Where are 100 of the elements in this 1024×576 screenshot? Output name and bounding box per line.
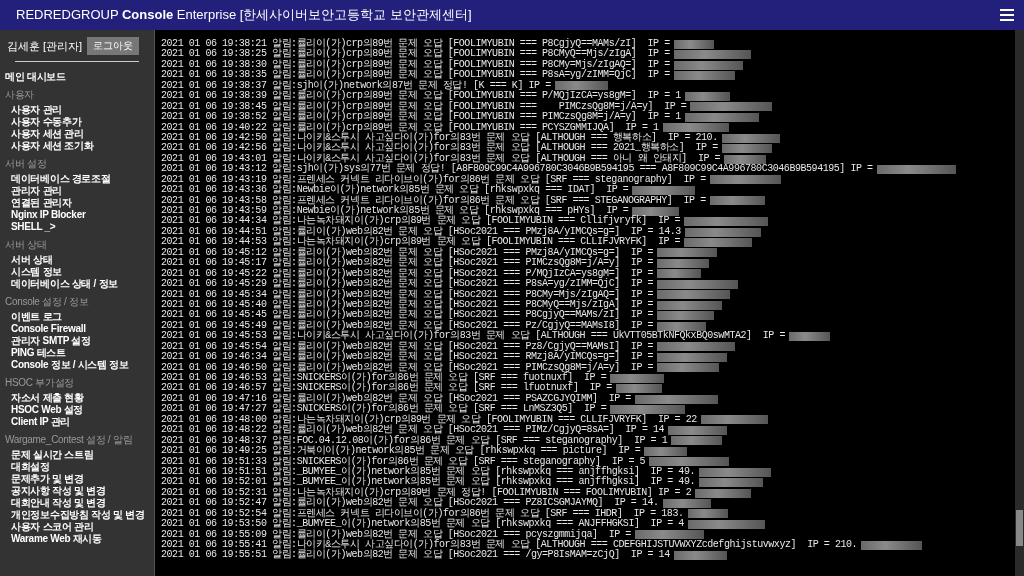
redaction-blur: [632, 206, 680, 216]
redaction-blur: [721, 144, 772, 154]
redaction-blur: [662, 123, 729, 133]
sidebar-link[interactable]: 메인 대시보드: [5, 71, 154, 83]
user-name: 김세훈 [관리자]: [6, 38, 82, 54]
section-header: Console 설정 / 정보: [5, 296, 90, 308]
log-line: 2021 01 06 19:38:37 알림:sjh이(가)network의87번 문제 정답! [K === K] IP =: [161, 80, 551, 91]
log-line: 2021 01 06 19:55:09 알림:률리이(가)web의82번 문제 오답 [HSoc2021 === pcyszgmmijqa] IP =: [161, 529, 631, 540]
log-line: 2021 01 06 19:38:39 알림:률리이(가)crp의89번 문제 오답 [FOOLIMYUBIN === P/MQjIzCA=ys8gM=] IP = 1: [161, 91, 681, 102]
redaction-blur: [634, 530, 704, 540]
redaction-blur: [724, 154, 767, 164]
log-line: 2021 01 06 19:45:53 알림:나이키&스투시 사고싶다이(가)for의83번 문제 오답 [ALTHOUGH === UkVTT05BTkNFQkxBQ0swMTA2] IP =: [161, 331, 785, 342]
log-line: 2021 01 06 19:46:34 알림:률리이(가)web의82번 문제 오답 [HSoc2021 === RMzj8A/yIMCQs=g=] IP =: [161, 352, 654, 363]
log-line: 2021 01 06 19:38:30 알림:률리이(가)crp의89번 문제 오답 [FOOLIMYUBIN === P8CMy=Mjs/zIgAQ=] IP =: [161, 59, 670, 70]
sidebar-link[interactable]: 문제 실시간 스트림: [5, 449, 154, 461]
log-line: 2021 01 06 19:48:22 알림:률리이(가)web의82번 문제 오답 [HSoc2021 === PIMz/CgjyQ=8sA=] IP = 14: [161, 425, 665, 436]
log-line: 2021 01 06 19:44:51 알림:률리이(가)web의82번 문제 오답 [HSoc2021 === PMzj8A/yIMCQs=g=] IP = 14.3: [161, 226, 681, 237]
sidebar-link[interactable]: 관리자 관리: [5, 185, 154, 197]
section-header: HSOC 부가설정: [5, 377, 75, 389]
log-line: 2021 01 06 19:52:01 알림:_BUMYEE_이(가)network의85번 문제 오답 [rhkswpxkq === anjffhgksi] IP = 49.: [161, 477, 696, 488]
log-line: 2021 01 06 19:42:56 알림:나이키&스투시 사고싶다이(가)for의83번 문제 오답 [ALTHOUGH === 2021_행복하소] IP =: [161, 143, 718, 154]
logout-button[interactable]: 로그아웃: [87, 37, 139, 55]
log-line: 2021 01 06 19:47:16 알림:률리이(가)web의82번 문제 오답 [HSoc2021 === PSAZCGJYQIMM] IP =: [161, 393, 631, 404]
sidebar-link[interactable]: 개인정보수집방침 작성 및 변경: [5, 509, 154, 521]
redaction-blur: [657, 363, 720, 373]
log-line: 2021 01 06 19:55:51 알림:률리이(가)web의82번 문제 오답 [HSoc2021 === /gy=P8IsMAM=zCjQ] IP = 14: [161, 550, 670, 561]
log-line: 2021 01 06 19:45:29 알림:률리이(가)web의82번 문제 오답 [HSoc2021 === P8sA=yg/zIMM=QjC] IP =: [161, 279, 654, 290]
log-line: 2021 01 06 19:38:45 알림:률리이(가)crp의89번 문제 오답 [FOOLIMYUBIN === PIMCzsQg8M=j/A=y] IP =: [161, 101, 687, 112]
log-line: 2021 01 06 19:38:25 알림:률리이(가)crp의89번 문제 오답 [FOOLIMYUBIN === P8CMyQ==Mjs/zIgA] IP =: [161, 49, 670, 60]
redaction-blur: [671, 436, 723, 446]
log-line: 2021 01 06 19:43:36 알림:Newbie이(가)network의85번 문제 오답 [rhkswpxkq === IDAT] IP =: [161, 185, 629, 196]
sidebar-link[interactable]: 데이터베이스 경로조절: [5, 173, 154, 185]
redaction-blur: [610, 373, 665, 383]
log-line: 2021 01 06 19:45:54 알림:률리이(가)web의82번 문제 오답 [HSoc2021 === Pz8/CgjyQ==MAMsI] IP =: [161, 341, 654, 352]
sidebar-link[interactable]: Nginx IP Blocker: [5, 209, 154, 221]
log-line: 2021 01 06 19:48:37 알림:FOC.04.12.08이(가)for의86번 문제 오답 [SRF === steganography] IP = 1: [161, 435, 668, 446]
redaction-blur: [673, 60, 743, 70]
log-line: 2021 01 06 19:52:47 알림:률리이(가)web의82번 문제 오답 [HSoc2021 === PZ8ICSGMJAYMQ] IP = 14.: [161, 498, 659, 509]
redaction-blur: [657, 300, 723, 310]
menu-icon[interactable]: [1000, 9, 1014, 21]
log-line: 2021 01 06 19:45:34 알림:률리이(가)web의82번 문제 오답 [HSoc2021 === P8CMy=Mjs/zIgAQ=] IP =: [161, 289, 654, 300]
sidebar-link[interactable]: 관리자 SMTP 설정: [5, 335, 154, 347]
log-line: 2021 01 06 19:38:52 알림:률리이(가)crp의89번 문제 오답 [FOOLIMYUBIN === PIMCzsQg8M=j/A=y] IP = 1: [161, 112, 681, 123]
redaction-blur: [695, 488, 752, 498]
sidebar-link[interactable]: HSOC Web 설정: [5, 404, 154, 416]
sidebar-link[interactable]: 서버 상태: [5, 254, 154, 266]
log-line: 2021 01 06 19:45:17 알림:률리이(가)web의82번 문제 오답 [HSoc2021 === PIMCzsQg8M=j/A=y] IP =: [161, 258, 654, 269]
log-line: 2021 01 06 19:45:45 알림:률리이(가)web의82번 문제 오답 [HSoc2021 === P8CgjyQ==MAMs/zI] IP =: [161, 310, 654, 321]
log-line: 2021 01 06 19:40:22 알림:률리이(가)crp의89번 문제 오답 [FOOLIMYUBIN === PCYSZGMMIJQA] IP = 1: [161, 122, 659, 133]
redaction-blur: [861, 540, 923, 550]
sidebar-link[interactable]: 사용자 스코어 관리: [5, 521, 154, 533]
sidebar-link[interactable]: 연결된 관리자: [5, 197, 154, 209]
log-line: 2021 01 06 19:43:19 알림:프렌세스 커넥트 리다이브이(가)for의86번 문제 오답 [SRF === steganography] IP =: [161, 174, 706, 185]
log-line: 2021 01 06 19:53:50 알림:_BUMYEE_이(가)network의85번 문제 오답 [rhkswpxkq === ANJFFHGKSI] IP = 4: [161, 519, 684, 530]
log-line: 2021 01 06 19:38:35 알림:률리이(가)crp의89번 문제 오답 [FOOLIMYUBIN === P8sA=yg/zIMM=QjC] IP =: [161, 70, 670, 81]
redaction-blur: [668, 425, 728, 435]
redaction-blur: [673, 551, 727, 561]
log-line: 2021 01 06 19:45:49 알림:률리이(가)web의82번 문제 오답 [HSoc2021 === Pz/CgjyQ==MAMsI8] IP =: [161, 320, 654, 331]
sidebar-link[interactable]: Client IP 관리: [5, 416, 154, 428]
redaction-blur: [662, 498, 711, 508]
redaction-blur: [554, 81, 608, 91]
log-line: 2021 01 06 19:44:53 알림:나는녹차돼지이(가)crp의89번 문제 오답 [FOOLIMYUBIN === CLLIFJVRYFK] IP =: [161, 237, 681, 248]
redaction-blur: [721, 133, 780, 143]
log-line: 2021 01 06 19:43:58 알림:프렌세스 커넥트 리다이브이(가)for의86번 문제 오답 [SRF === STEGANOGRAPHY] IP =: [161, 195, 706, 206]
sidebar-link[interactable]: 대회안내 작성 및 변경: [5, 497, 154, 509]
sidebar-link[interactable]: 사용자 세션 조기화: [5, 140, 154, 152]
redaction-blur: [632, 185, 696, 195]
log-line: 2021 01 06 19:45:22 알림:률리이(가)web의82번 문제 오답 [HSoc2021 === P/MQjIzCA=ys8gM=] IP =: [161, 268, 654, 279]
scrollbar-thumb[interactable]: [1016, 510, 1023, 546]
sidebar-link[interactable]: 시스템 정보: [5, 266, 154, 278]
sidebar-link[interactable]: SHELL _>: [5, 221, 154, 233]
sidebar-link[interactable]: 대회설정: [5, 461, 154, 473]
redaction-blur: [684, 238, 753, 248]
section-header: 서버 설정: [5, 158, 48, 170]
redaction-blur: [673, 71, 735, 81]
log-line: 2021 01 06 19:43:01 알림:나이키&스투시 사고싶다이(가)for의83번 문제 오답 [ALTHOUGH === 아니 왜 안돼지] IP =: [161, 153, 721, 164]
log-line: 2021 01 06 19:52:54 알림:프렌세스 커넥트 리다이브이(가)for의86번 문제 오답 [SRF === IHDR] IP = 183.: [161, 508, 684, 519]
sidebar-link[interactable]: 공지사항 작성 및 변경: [5, 485, 154, 497]
sidebar-link[interactable]: 사용자 수동추가: [5, 116, 154, 128]
log-line: 2021 01 06 19:48:00 알림:나는녹차돼지이(가)crp의89번 문제 오답 [FOOLIMYUBIN === CLLIFJVRYFK] IP = 22: [161, 414, 697, 425]
section-header: 서버 상태: [5, 239, 48, 251]
sidebar-link[interactable]: 문제추가 및 변경: [5, 473, 154, 485]
redaction-blur: [657, 311, 715, 321]
redaction-blur: [709, 175, 781, 185]
sidebar-link[interactable]: 사용자 세션 관리: [5, 128, 154, 140]
redaction-blur: [657, 258, 710, 268]
sidebar-link[interactable]: Warame Web 재시동: [5, 533, 154, 545]
sidebar-link[interactable]: 이벤트 로그: [5, 311, 154, 323]
sidebar-link[interactable]: 자소서 제출 현황: [5, 392, 154, 404]
sidebar-link[interactable]: 데이터베이스 상태 / 정보: [5, 278, 154, 290]
sidebar-link[interactable]: PING 테스트: [5, 347, 154, 359]
sidebar-link[interactable]: 사용자 관리: [5, 104, 154, 116]
log-line: 2021 01 06 19:44:34 알림:나는녹차돼지이(가)crp의89번 문제 오답 [FOOLIMYUBIN === Cllifjvryfk] IP =: [161, 216, 681, 227]
sidebar-link[interactable]: Console 정보 / 시스템 정보: [5, 359, 154, 371]
log-line: 2021 01 06 19:46:57 알림:SNICKERS이(가)for의86번 문제 오답 [SRF === lfuotnuxf] IP =: [161, 383, 612, 394]
log-line: 2021 01 06 19:52:31 알림:나는녹차돼지이(가)crp의89번 문제 정답! [FOOLIMYUBIN === FOOLIMYUBIN] IP = 2: [161, 487, 692, 498]
log-line: 2021 01 06 19:47:27 알림:SNICKERS이(가)for의86번 문제 오답 [SRF === LnMSZ3Q5] IP =: [161, 404, 607, 415]
log-line: 2021 01 06 19:45:12 알림:률리이(가)web의82번 문제 오답 [HSoc2021 === PMzj8A/yIMCQs=g=] IP =: [161, 247, 654, 258]
sidebar-link[interactable]: Console Firewall: [5, 323, 154, 335]
app-title: REDREDGROUP Console Enterprise [한세사이버보안고등학교 보안관제센터]: [16, 6, 472, 24]
